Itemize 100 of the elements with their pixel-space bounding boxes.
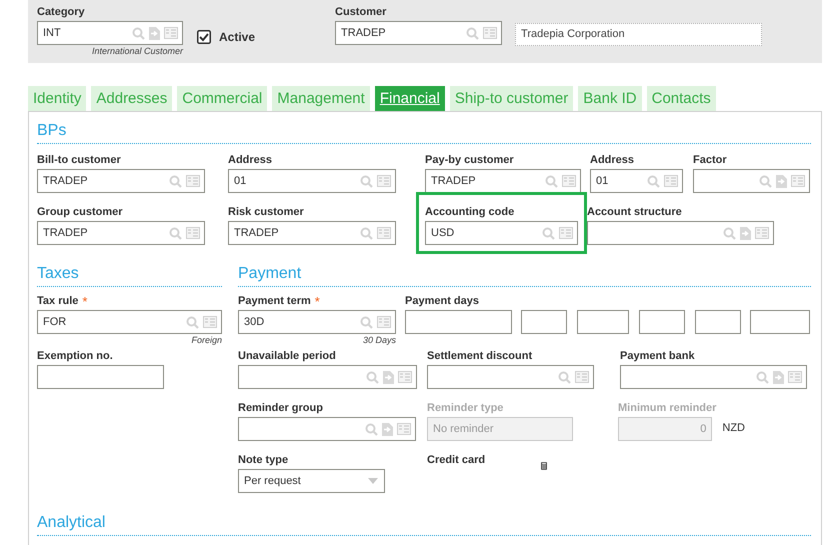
- jump-icon[interactable]: [382, 422, 393, 436]
- lookup-field[interactable]: [238, 417, 416, 441]
- field-label: Credit card: [427, 453, 486, 468]
- field-hint: International Customer: [90, 45, 183, 57]
- field-label: Category: [37, 5, 85, 20]
- jump-icon[interactable]: [383, 370, 394, 384]
- detail-icon[interactable]: [186, 175, 200, 187]
- jump-icon[interactable]: [149, 26, 160, 40]
- search-icon[interactable]: [186, 316, 199, 328]
- search-icon[interactable]: [558, 370, 571, 384]
- input-field[interactable]: [521, 310, 567, 334]
- jump-icon[interactable]: [740, 226, 751, 240]
- detail-icon[interactable]: [559, 227, 573, 239]
- lookup-field[interactable]: INT: [37, 21, 183, 45]
- lookup-field[interactable]: [427, 365, 594, 389]
- field-label: Account structure: [587, 205, 682, 220]
- input-field[interactable]: [695, 310, 741, 334]
- detail-icon[interactable]: [377, 316, 391, 328]
- search-icon[interactable]: [759, 174, 772, 188]
- lookup-field[interactable]: 30D: [238, 310, 396, 334]
- search-icon[interactable]: [169, 174, 182, 188]
- checkbox-label: Active: [219, 29, 256, 46]
- checkbox[interactable]: [197, 30, 211, 44]
- jump-icon[interactable]: [773, 370, 784, 384]
- field-label: Risk customer: [228, 205, 304, 220]
- detail-icon[interactable]: [164, 27, 178, 39]
- field-label: Address: [228, 153, 272, 168]
- field-label: Group customer: [37, 205, 123, 220]
- search-icon[interactable]: [360, 316, 373, 328]
- field-hint: 30 Days: [362, 334, 396, 346]
- detail-icon[interactable]: [203, 316, 217, 328]
- field-label: Note type: [238, 453, 288, 468]
- field-label: Payment term: [238, 294, 311, 309]
- input-field[interactable]: [577, 310, 629, 334]
- lookup-field[interactable]: TRADEP: [37, 169, 205, 193]
- lookup-field[interactable]: TRADEP: [335, 21, 502, 45]
- search-icon[interactable]: [169, 226, 182, 240]
- search-icon[interactable]: [360, 174, 373, 188]
- currency-unit: NZD: [722, 420, 745, 436]
- required-marker: *: [82, 295, 88, 308]
- detail-icon[interactable]: [575, 371, 589, 383]
- detail-icon[interactable]: [788, 371, 802, 383]
- search-icon[interactable]: [365, 422, 378, 436]
- search-icon[interactable]: [132, 26, 145, 40]
- section-title: BPs: [37, 121, 66, 141]
- lookup-field[interactable]: 01: [228, 169, 396, 193]
- lookup-field[interactable]: 01: [590, 169, 683, 193]
- search-icon[interactable]: [723, 226, 736, 240]
- field-label: Bill-to customer: [37, 153, 121, 168]
- lookup-field[interactable]: TRADEP: [37, 221, 205, 245]
- field-label: Settlement discount: [427, 349, 532, 364]
- field-label: Unavailable period: [238, 349, 336, 364]
- search-icon[interactable]: [366, 370, 379, 384]
- search-icon[interactable]: [545, 174, 558, 188]
- caret-icon: [368, 478, 378, 484]
- field-label: Tax rule: [37, 294, 78, 309]
- detail-icon[interactable]: [186, 227, 200, 239]
- detail-icon[interactable]: [755, 227, 769, 239]
- section-title: Taxes: [37, 264, 79, 284]
- section-title: Payment: [238, 264, 302, 284]
- search-icon[interactable]: [542, 226, 555, 240]
- dropdown[interactable]: Per request: [238, 469, 385, 493]
- field-label: Exemption no.: [37, 349, 113, 364]
- field-label: Minimum reminder: [618, 401, 716, 416]
- lookup-field[interactable]: FOR: [37, 310, 222, 334]
- search-icon[interactable]: [466, 26, 480, 40]
- search-icon[interactable]: [360, 226, 373, 240]
- lookup-field[interactable]: TRADEP: [425, 169, 581, 193]
- detail-icon[interactable]: [791, 175, 805, 187]
- search-icon[interactable]: [647, 174, 660, 188]
- lookup-field[interactable]: [693, 169, 810, 193]
- field-label: Factor: [693, 153, 727, 168]
- lookup-field[interactable]: [620, 365, 807, 389]
- calculator-icon[interactable]: [541, 459, 547, 473]
- lookup-field[interactable]: USD: [425, 221, 578, 245]
- field-label: Accounting code: [425, 205, 514, 220]
- section-title: Analytical: [37, 513, 106, 533]
- detail-icon[interactable]: [397, 423, 411, 435]
- field-label: Pay-by customer: [425, 153, 514, 168]
- input-field[interactable]: [750, 310, 810, 334]
- search-icon[interactable]: [756, 370, 769, 384]
- field-label: Reminder type: [427, 401, 504, 416]
- jump-icon[interactable]: [776, 174, 787, 188]
- field-label: Customer: [335, 5, 386, 20]
- required-marker: *: [314, 295, 320, 308]
- detail-icon[interactable]: [483, 27, 498, 39]
- lookup-field[interactable]: TRADEP: [228, 221, 396, 245]
- input-field[interactable]: [639, 310, 685, 334]
- detail-icon[interactable]: [664, 175, 678, 187]
- field-label: Address: [590, 153, 634, 168]
- input-field[interactable]: [405, 310, 512, 334]
- lookup-field[interactable]: [238, 365, 417, 389]
- detail-icon[interactable]: [398, 371, 412, 383]
- lookup-field[interactable]: [587, 221, 774, 245]
- field-label: Reminder group: [238, 401, 323, 416]
- detail-icon[interactable]: [377, 227, 391, 239]
- display-field: Tradepia Corporation: [515, 23, 762, 46]
- detail-icon[interactable]: [562, 175, 576, 187]
- input-field[interactable]: [37, 365, 164, 389]
- detail-icon[interactable]: [377, 175, 391, 187]
